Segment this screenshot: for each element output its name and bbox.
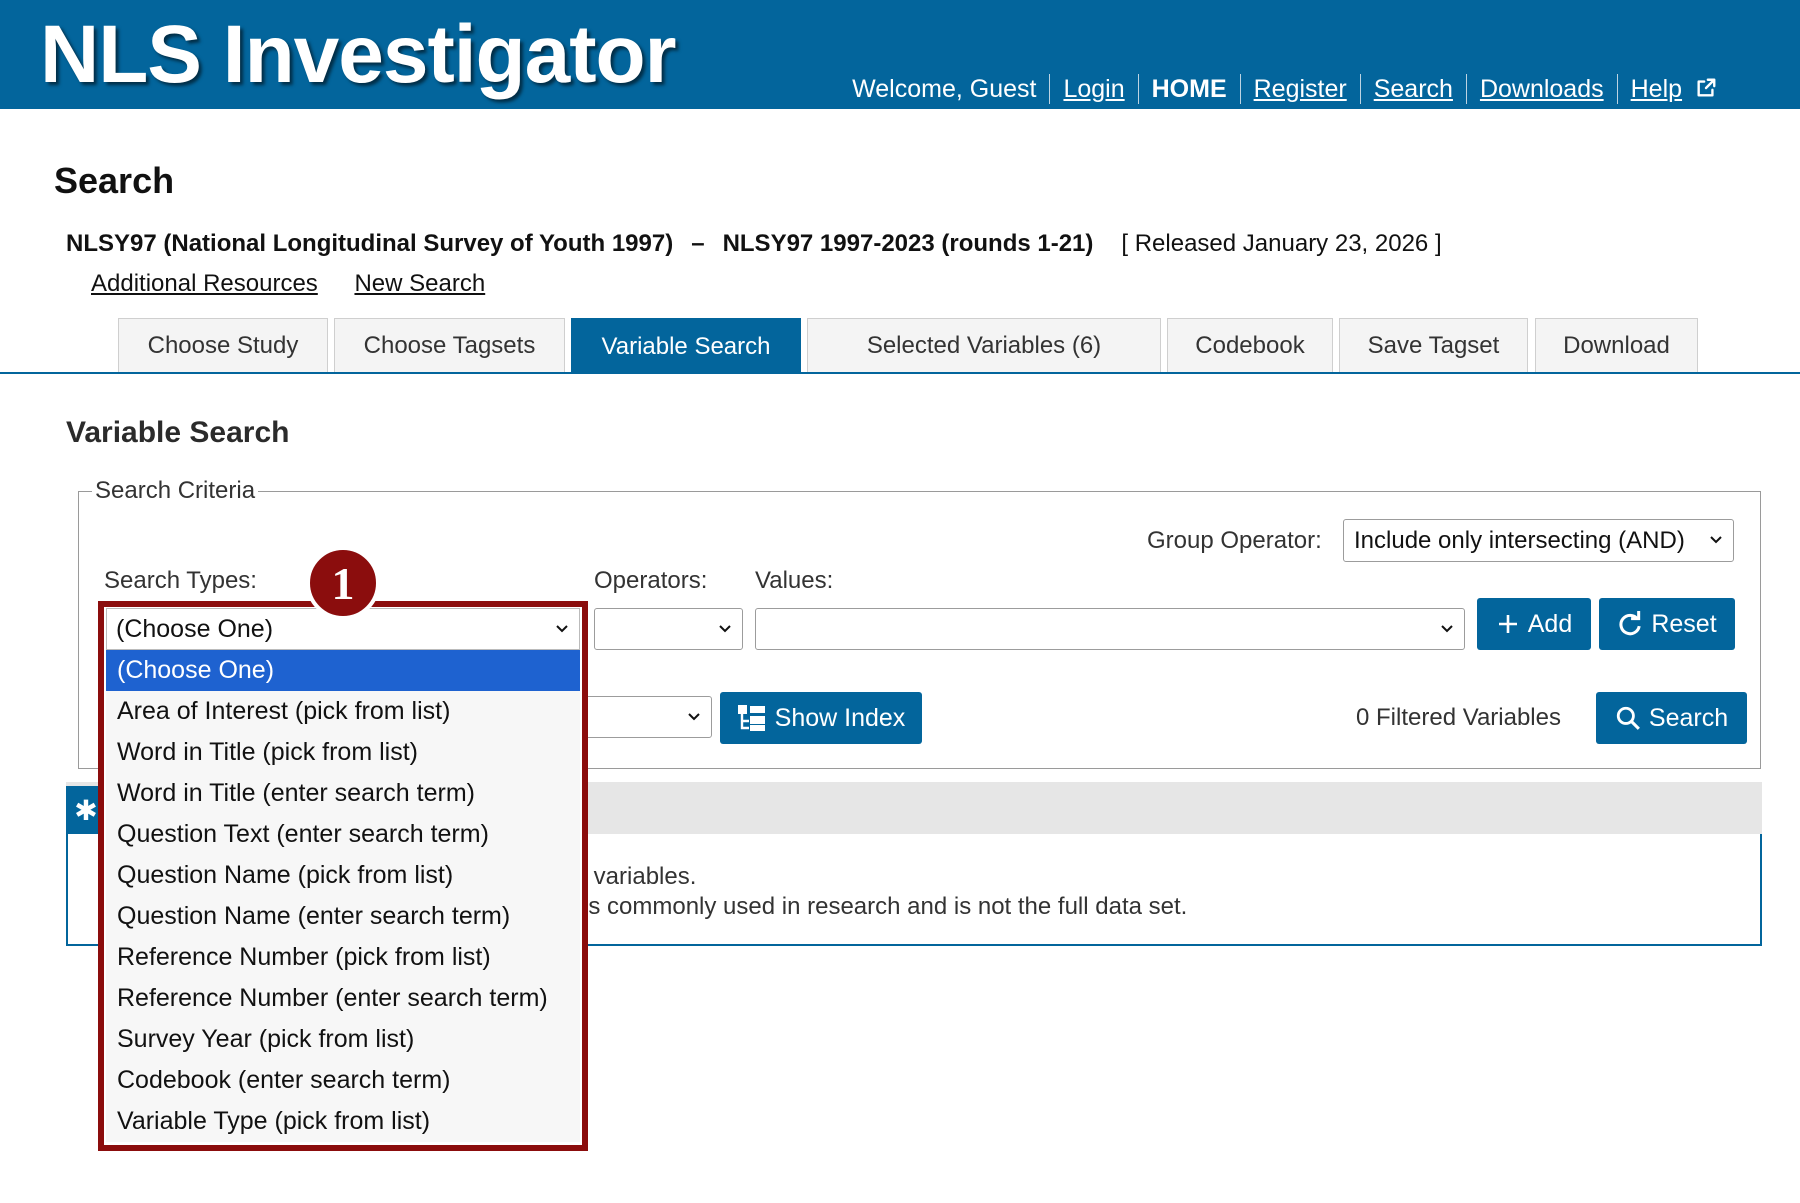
plus-icon [1498, 615, 1517, 633]
page-title: Search [54, 160, 175, 201]
help-item: Help [1616, 74, 1730, 104]
search-type-option[interactable]: Word in Title (pick from list) [106, 732, 580, 773]
add-button-label: Add [1527, 609, 1573, 638]
study-line: NLSY97 (National Longitudinal Survey of … [66, 230, 1442, 258]
search-type-option[interactable]: Reference Number (enter search term) [106, 978, 580, 1019]
search-criteria-legend: Search Criteria [92, 477, 259, 505]
site-logo[interactable]: NLS Investigator [40, 8, 677, 102]
welcome-text: Welcome, Guest [852, 75, 1037, 103]
tab-download[interactable]: Download [1535, 318, 1698, 372]
additional-resources-link[interactable]: Additional Resources [91, 270, 318, 297]
secondary-operator-select[interactable] [570, 696, 712, 738]
search-type-option[interactable]: Reference Number (pick from list) [106, 937, 580, 978]
search-type-option[interactable]: Codebook (enter search term) [106, 1060, 580, 1101]
tab-codebook[interactable]: Codebook [1167, 318, 1333, 372]
search-type-option[interactable]: Question Name (enter search term) [106, 896, 580, 937]
study-separator: – [691, 230, 705, 257]
tab-choose-study[interactable]: Choose Study [118, 318, 328, 372]
info-line-1: y variables. [575, 863, 697, 890]
search-type-option[interactable]: Variable Type (pick from list) [106, 1101, 580, 1142]
help-link[interactable]: Help [1631, 75, 1682, 103]
callout-number-badge: 1 [306, 546, 380, 620]
group-operator-value: Include only intersecting (AND) [1354, 526, 1685, 554]
tab-choose-tagsets[interactable]: Choose Tagsets [334, 318, 565, 372]
chevron-down-icon [719, 625, 731, 633]
search-button-label: Search [1648, 703, 1729, 732]
values-label: Values: [755, 567, 834, 594]
study-links: Additional Resources New Search [91, 270, 515, 298]
values-select[interactable] [755, 608, 1465, 650]
chevron-down-icon [688, 713, 700, 721]
search-type-option[interactable]: Question Text (enter search term) [106, 814, 580, 855]
info-line-2: es commonly used in research and is not … [575, 893, 1188, 920]
variable-search-heading: Variable Search [66, 416, 290, 449]
tab-variable-search[interactable]: Variable Search [571, 318, 801, 374]
search-icon [1616, 706, 1640, 730]
group-operator-select[interactable]: Include only intersecting (AND) [1343, 519, 1734, 562]
show-index-button[interactable]: Show Index [720, 692, 922, 744]
chevron-down-icon [1710, 536, 1722, 544]
new-search-link[interactable]: New Search [354, 270, 485, 297]
reset-icon [1619, 611, 1642, 636]
tab-save-tagset[interactable]: Save Tagset [1339, 318, 1528, 372]
external-link-icon[interactable] [1695, 77, 1717, 99]
search-types-options: (Choose One) Area of Interest (pick from… [106, 650, 580, 1142]
group-operator-label: Group Operator: [1147, 527, 1322, 554]
add-button[interactable]: Add [1477, 598, 1591, 650]
tab-divider [0, 372, 1800, 374]
search-type-option[interactable]: (Choose One) [106, 650, 580, 691]
downloads-link[interactable]: Downloads [1480, 75, 1604, 103]
home-link[interactable]: HOME [1137, 74, 1240, 104]
search-type-option[interactable]: Question Name (pick from list) [106, 855, 580, 896]
operators-select[interactable] [594, 608, 743, 650]
login-link[interactable]: Login [1063, 75, 1124, 103]
search-types-selected-value: (Choose One) [116, 614, 274, 643]
search-type-option[interactable]: Area of Interest (pick from list) [106, 691, 580, 732]
index-tree-icon [737, 705, 765, 731]
search-button[interactable]: Search [1596, 692, 1747, 744]
reset-button-label: Reset [1651, 609, 1717, 638]
operators-label: Operators: [594, 567, 708, 594]
site-header: NLS Investigator Welcome, Guest Login HO… [0, 0, 1800, 109]
release-date: [ Released January 23, 2026 ] [1121, 230, 1442, 257]
study-rounds: NLSY97 1997-2023 (rounds 1-21) [722, 230, 1094, 257]
study-name: NLSY97 (National Longitudinal Survey of … [66, 230, 674, 257]
show-index-label: Show Index [774, 703, 906, 732]
register-link[interactable]: Register [1254, 75, 1347, 103]
search-type-option[interactable]: Survey Year (pick from list) [106, 1019, 580, 1060]
tab-selected-variables[interactable]: Selected Variables (6) [807, 318, 1161, 372]
top-navigation: Welcome, Guest Login HOME Register Searc… [852, 73, 1730, 105]
search-link[interactable]: Search [1374, 75, 1453, 103]
search-type-option[interactable]: Word in Title (enter search term) [106, 773, 580, 814]
chevron-down-icon [1441, 625, 1453, 633]
search-types-label: Search Types: [104, 567, 257, 594]
reset-button[interactable]: Reset [1599, 598, 1735, 650]
filtered-variables-count: 0 Filtered Variables [1356, 704, 1561, 731]
chevron-down-icon [556, 625, 568, 633]
